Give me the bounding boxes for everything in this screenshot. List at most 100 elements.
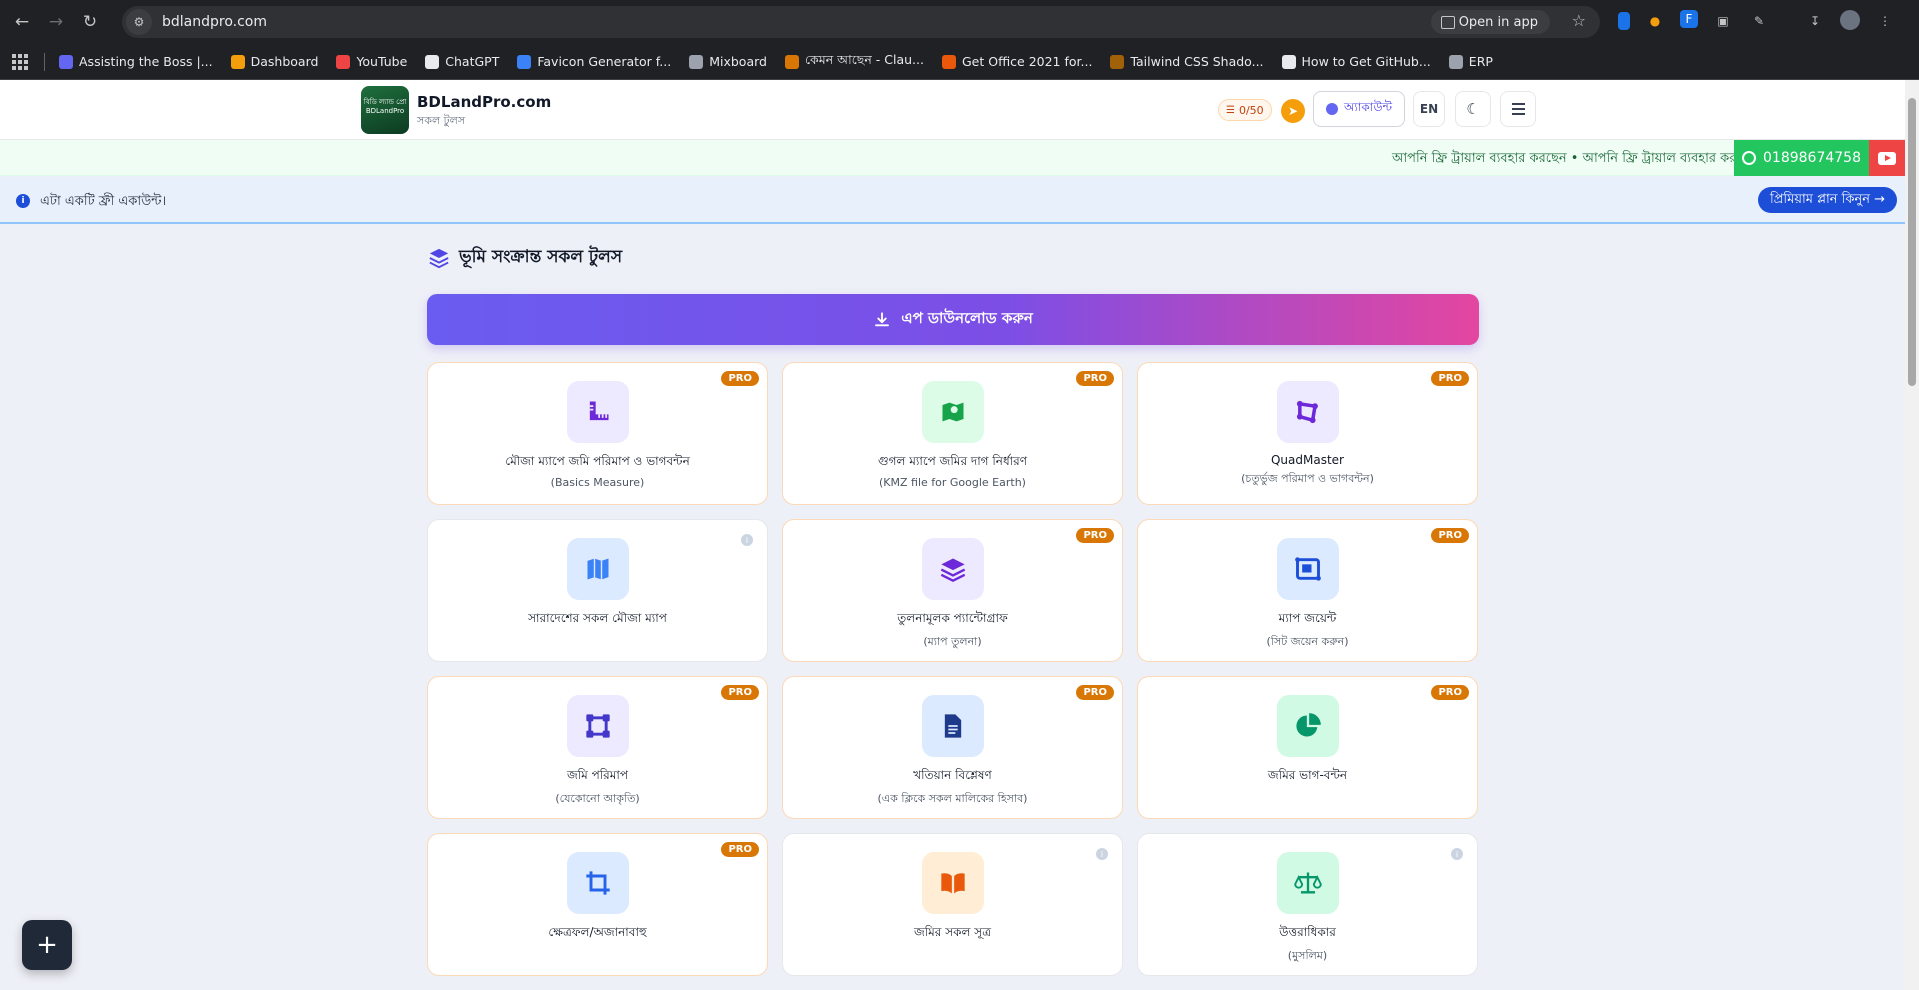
brand-subtitle: সকল টুলস (417, 114, 466, 127)
tool-card[interactable]: PRO খতিয়ান বিশ্লেষণ (এক ক্লিকে সকল মালিক… (782, 676, 1123, 819)
tool-card[interactable]: PRO গুগল ম্যাপে জমির দাগ নির্ধারণ (KMZ fi… (782, 362, 1123, 505)
bookmark-item[interactable]: ChatGPT (425, 52, 499, 72)
hamburger-menu-button[interactable] (1500, 91, 1536, 127)
bookmark-label: Mixboard (709, 54, 767, 69)
account-button[interactable]: অ্যাকাউন্ট (1313, 91, 1406, 127)
tool-card[interactable]: PRO ক্ষেত্রফল/অজানাবাহু (427, 833, 768, 976)
tool-icon-tile (566, 852, 629, 914)
bookmark-favicon-icon (230, 54, 245, 69)
bookmark-favicon-icon (59, 54, 73, 69)
tool-icon-tile (921, 852, 984, 914)
whatsapp-phone-button[interactable]: 01898674758 (1734, 140, 1869, 176)
info-icon[interactable]: i (741, 534, 753, 546)
extension-icon[interactable] (1618, 12, 1630, 30)
bookmark-item[interactable]: Assisting the Boss |... (59, 52, 213, 72)
scrollbar-thumb[interactable] (1908, 98, 1916, 386)
vector-square-icon (585, 714, 610, 738)
tool-icon-tile (1276, 538, 1339, 600)
bookmark-item[interactable]: কেমন আছেন - Clau... (784, 51, 924, 72)
reload-icon[interactable]: ↻ (78, 10, 102, 34)
tool-subtitle: (ম্যাপ তুলনা) (923, 635, 982, 648)
bookmark-favicon-icon (689, 54, 704, 69)
credit-badge[interactable]: ☰ 0/50 (1218, 99, 1272, 121)
kebab-menu-icon[interactable]: ⋮ (1874, 10, 1896, 32)
puzzle-icon[interactable]: ✎ (1748, 10, 1770, 32)
info-icon[interactable]: i (1451, 848, 1463, 860)
tool-icon-tile (566, 538, 629, 600)
youtube-icon (1878, 151, 1896, 165)
bookmark-item[interactable]: Tailwind CSS Shado... (1110, 52, 1264, 72)
tool-card[interactable]: i জমির সকল সূত্র (782, 833, 1123, 976)
rocket-button[interactable]: ➤ (1281, 99, 1305, 123)
open-in-app-button[interactable]: Open in app (1430, 10, 1550, 34)
bookmark-item[interactable]: How to Get GitHub... (1281, 52, 1431, 72)
url-text[interactable]: bdlandpro.com (162, 14, 267, 30)
free-account-notice: i এটা একটি ফ্রী একাউন্ট। প্রিমিয়াম প্লা… (0, 177, 1905, 224)
brand[interactable]: BDLandPro.com সকল টুলস (417, 93, 551, 131)
theme-toggle[interactable]: ☾ (1455, 91, 1491, 127)
bookmark-label: YouTube (356, 54, 408, 69)
pro-badge: PRO (1076, 685, 1114, 700)
bookmark-label: কেমন আছেন - Clau... (804, 51, 924, 67)
pro-badge: PRO (1076, 371, 1114, 386)
pro-badge: PRO (721, 685, 759, 700)
tool-title: QuadMaster (1270, 453, 1344, 467)
buy-premium-button[interactable]: প্রিমিয়াম প্লান কিনুন → (1758, 187, 1898, 213)
tool-card[interactable]: i উত্তরাধিকার (মুসলিম) (1137, 833, 1478, 976)
section-title-text: ভূমি সংক্রান্ত সকল টুলস (459, 247, 623, 267)
apps-grid-icon[interactable] (12, 53, 28, 70)
extension-icon[interactable]: ▣ (1712, 10, 1734, 32)
forward-icon[interactable]: → (44, 10, 68, 34)
tool-title: জমির সকল সূত্র (913, 925, 992, 939)
bookmark-item[interactable]: Favicon Generator f... (517, 52, 671, 72)
bookmark-item[interactable]: Get Office 2021 for... (941, 52, 1092, 72)
bookmark-item[interactable]: Mixboard (689, 52, 767, 72)
extension-icon[interactable]: F (1680, 10, 1698, 28)
download-icon (875, 311, 890, 326)
phone-number: 01898674758 (1763, 150, 1861, 166)
site-settings-icon[interactable]: ⚙ (126, 9, 152, 35)
bookmark-label: Assisting the Boss |... (79, 54, 213, 69)
bookmark-label: How to Get GitHub... (1301, 54, 1431, 69)
tool-card[interactable]: PRO জমির ভাগ-বন্টন (1137, 676, 1478, 819)
bookmark-item[interactable]: Dashboard (230, 52, 319, 72)
info-icon: i (16, 194, 30, 208)
tool-card[interactable]: PRO জমি পরিমাপ (যেকোনো আকৃতি) (427, 676, 768, 819)
info-icon[interactable]: i (1096, 848, 1108, 860)
extensions-area: ● F ▣ ✎ ↧ ⋮ (1618, 10, 1896, 32)
bookmark-favicon-icon (1110, 54, 1125, 69)
floating-add-button[interactable]: + (22, 920, 72, 970)
map-pin-icon (942, 402, 963, 422)
youtube-button[interactable] (1869, 140, 1905, 176)
bookmark-list: Assisting the Boss |... Dashboard YouTube C… (59, 52, 1511, 72)
pro-badge: PRO (1076, 528, 1114, 543)
back-icon[interactable]: ← (10, 10, 34, 34)
bookmarks-bar: Assisting the Boss |... Dashboard YouTube C… (0, 44, 1919, 80)
quad-icon (1296, 400, 1318, 424)
tool-card[interactable]: PRO মৌজা ম্যাপে জমি পরিমাপ ও ভাগবন্টন (Ba… (427, 362, 768, 505)
tool-card[interactable]: i সারাদেশের সকল মৌজা ম্যাপ (427, 519, 768, 662)
bookmark-favicon-icon (336, 54, 351, 69)
tool-icon-tile (921, 381, 984, 443)
tool-icon-tile (1276, 381, 1339, 443)
bookmark-item[interactable]: ERP (1448, 52, 1493, 72)
app-download-button[interactable]: এপ ডাউনলোড করুন (427, 294, 1479, 345)
bookmark-label: Dashboard (250, 54, 319, 69)
language-toggle[interactable]: EN (1413, 91, 1445, 127)
tool-card[interactable]: PRO তুলনামূলক প্যান্টোগ্রাফ (ম্যাপ তুলনা) (782, 519, 1123, 662)
bookmark-item[interactable]: YouTube (336, 52, 407, 72)
tool-title: জমি পরিমাপ (566, 768, 629, 782)
tool-icon-tile (566, 695, 629, 757)
address-bar[interactable]: ⚙ bdlandpro.com Open in app ☆ (122, 6, 1600, 38)
extension-icon[interactable]: ● (1644, 10, 1666, 32)
tool-card[interactable]: PRO ম্যাপ জয়েন্ট (সিট জয়েন করুন) (1137, 519, 1478, 662)
site-logo[interactable]: বিডি ল্যান্ড প্রো BDLandPro (361, 86, 409, 134)
pro-badge: PRO (1431, 685, 1469, 700)
tool-card[interactable]: PRO QuadMaster (চতুর্ভুজ পরিমাপ ও ভাগবন্ট… (1137, 362, 1478, 505)
tool-title: খতিয়ান বিশ্লেষণ (913, 768, 992, 782)
profile-avatar[interactable] (1840, 10, 1860, 30)
folded-map-icon (587, 558, 608, 580)
page-scrollbar[interactable] (1905, 80, 1919, 990)
download-icon[interactable]: ↧ (1804, 10, 1826, 32)
bookmark-star-icon[interactable]: ☆ (1572, 11, 1586, 30)
